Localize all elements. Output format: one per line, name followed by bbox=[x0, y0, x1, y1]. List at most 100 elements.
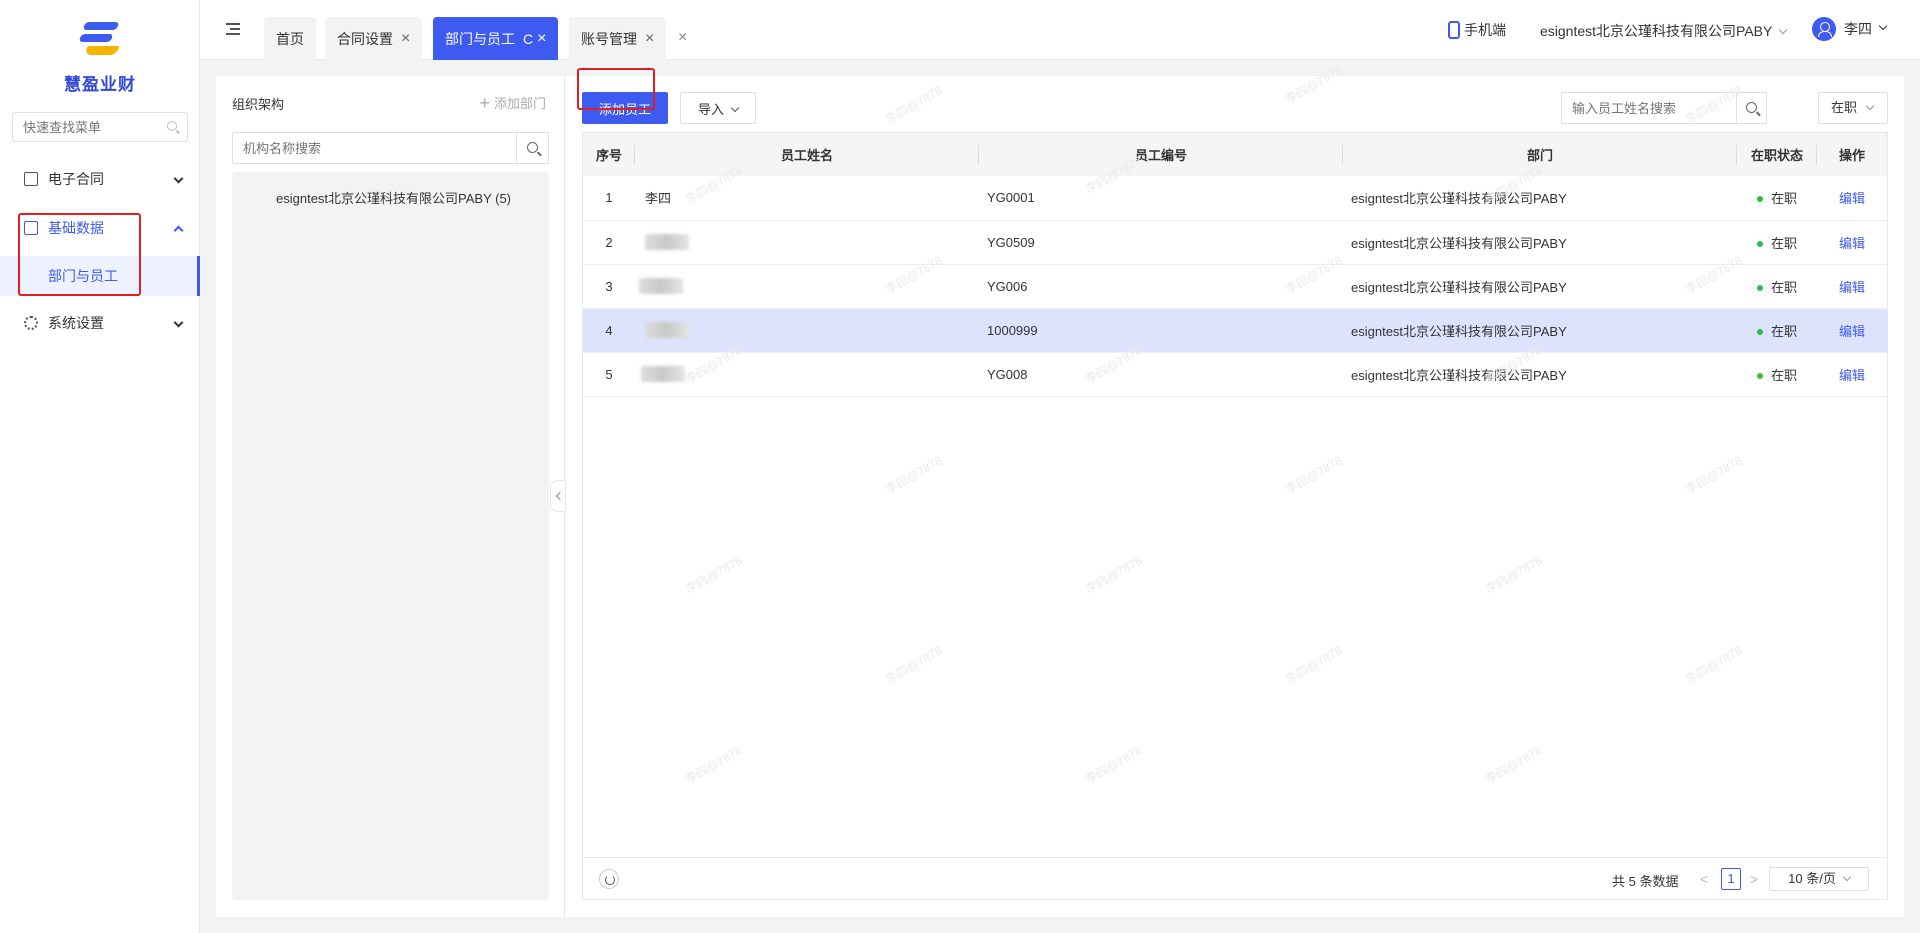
menu-item-label: 部门与员工 bbox=[48, 268, 118, 284]
cell-name bbox=[635, 220, 979, 264]
status-filter-select[interactable]: 在职 bbox=[1818, 92, 1888, 124]
employee-search bbox=[1561, 92, 1767, 124]
redacted-name bbox=[641, 366, 685, 383]
org-search-button[interactable] bbox=[516, 133, 548, 163]
close-all-tabs-icon[interactable]: × bbox=[678, 29, 687, 47]
company-switcher[interactable]: esigntest北京公瑾科技有限公司PABY bbox=[1540, 21, 1788, 41]
tab-contract-settings[interactable]: 合同设置 × bbox=[325, 17, 423, 60]
add-department-label: 添加部门 bbox=[493, 96, 546, 111]
status-text: 在职 bbox=[1770, 367, 1797, 383]
page-size-select[interactable]: 10 条/页 bbox=[1769, 867, 1869, 891]
close-icon[interactable]: × bbox=[401, 30, 410, 47]
table-row[interactable]: 5 YG008 esigntest北京公瑾科技有限公司PABY 在职 编辑 bbox=[583, 352, 1887, 396]
add-employee-button[interactable]: 添加员工 bbox=[582, 92, 668, 124]
cell-dept: esigntest北京公瑾科技有限公司PABY bbox=[1351, 367, 1567, 383]
menu-item-basic-data[interactable]: 基础数据 bbox=[0, 208, 200, 248]
tab-label: 部门与员工 bbox=[445, 30, 515, 47]
status-text: 在职 bbox=[1770, 235, 1797, 251]
org-title: 组织架构 bbox=[232, 97, 285, 112]
employee-panel: 添加员工 导入 在职 序号 员工姓名 员工编号 部门 在 bbox=[566, 68, 1904, 917]
tab-label: 合同设置 bbox=[337, 30, 393, 47]
menu-item-contract[interactable]: 电子合同 bbox=[0, 159, 200, 199]
app-name: 慧盈业财 bbox=[64, 75, 136, 94]
cell-no: 2 bbox=[605, 234, 613, 250]
add-department-button[interactable]: + 添加部门 bbox=[479, 92, 546, 113]
table-row[interactable]: 4 1000999 esigntest北京公瑾科技有限公司PABY 在职 编辑 bbox=[583, 308, 1887, 352]
next-page-button[interactable]: > bbox=[1750, 871, 1758, 887]
import-button[interactable]: 导入 bbox=[680, 92, 756, 124]
menu-search-input[interactable] bbox=[13, 113, 153, 141]
menu-item-label: 系统设置 bbox=[48, 315, 104, 331]
menu-search[interactable] bbox=[12, 112, 188, 142]
cell-status: 在职 bbox=[1737, 176, 1817, 220]
table-row[interactable]: 1 李四 YG0001 esigntest北京公瑾科技有限公司PABY 在职 编… bbox=[583, 176, 1887, 220]
logo-icon bbox=[76, 18, 124, 62]
sidebar: 慧盈业财 电子合同 基础数据 部门与员工 系统设置 bbox=[0, 0, 200, 933]
close-icon[interactable]: × bbox=[537, 30, 546, 47]
tab-dept-employee[interactable]: 部门与员工 C × bbox=[433, 17, 559, 60]
table-row[interactable]: 3 YG006 esigntest北京公瑾科技有限公司PABY 在职 编辑 bbox=[583, 264, 1887, 308]
tree-node-root[interactable]: esigntest北京公瑾科技有限公司PABY (5) bbox=[276, 188, 511, 207]
menu-item-system-settings[interactable]: 系统设置 bbox=[0, 303, 200, 343]
app-logo[interactable]: 慧盈业财 bbox=[0, 18, 200, 95]
mobile-label: 手机端 bbox=[1464, 22, 1506, 38]
redacted-name bbox=[645, 234, 689, 251]
cell-status: 在职 bbox=[1737, 220, 1817, 264]
cell-dept: esigntest北京公瑾科技有限公司PABY bbox=[1351, 279, 1567, 295]
cell-no: 3 bbox=[605, 278, 613, 294]
menu-item-dept-employee[interactable]: 部门与员工 bbox=[0, 256, 200, 296]
chevron-down-icon bbox=[1842, 872, 1852, 882]
edit-link[interactable]: 编辑 bbox=[1839, 236, 1865, 251]
total-count: 共 5 条数据 bbox=[1612, 874, 1679, 889]
prev-page-button[interactable]: < bbox=[1700, 871, 1708, 887]
redacted-name bbox=[639, 278, 683, 295]
user-menu[interactable]: 李四 bbox=[1812, 17, 1888, 41]
refresh-icon[interactable]: C bbox=[523, 31, 533, 47]
org-search-input[interactable] bbox=[233, 133, 516, 163]
user-name: 李四 bbox=[1844, 21, 1872, 37]
cell-action: 编辑 bbox=[1817, 264, 1887, 308]
edit-link[interactable]: 编辑 bbox=[1839, 191, 1865, 206]
edit-link[interactable]: 编辑 bbox=[1839, 324, 1865, 339]
status-dot-icon bbox=[1756, 372, 1763, 379]
edit-link[interactable]: 编辑 bbox=[1839, 280, 1865, 295]
status-dot-icon bbox=[1756, 196, 1763, 203]
status-dot-icon bbox=[1756, 284, 1763, 291]
cell-status: 在职 bbox=[1737, 264, 1817, 308]
chevron-down-icon bbox=[1779, 25, 1788, 35]
tab-account-management[interactable]: 账号管理 × bbox=[569, 17, 667, 60]
edit-link[interactable]: 编辑 bbox=[1839, 368, 1865, 383]
cell-action: 编辑 bbox=[1817, 176, 1887, 220]
employee-search-input[interactable] bbox=[1562, 93, 1736, 123]
menu-fold-icon[interactable] bbox=[226, 23, 240, 35]
status-dot-icon bbox=[1756, 240, 1763, 247]
collapse-panel-handle[interactable] bbox=[550, 480, 566, 512]
company-name: esigntest北京公瑾科技有限公司PABY bbox=[1540, 23, 1773, 39]
cell-dept: esigntest北京公瑾科技有限公司PABY bbox=[1351, 191, 1567, 207]
status-filter-value: 在职 bbox=[1831, 100, 1858, 115]
org-tree: esigntest北京公瑾科技有限公司PABY (5) bbox=[232, 172, 549, 900]
search-icon bbox=[527, 142, 538, 153]
cell-no: 5 bbox=[605, 366, 613, 382]
close-icon[interactable]: × bbox=[645, 30, 654, 47]
tab-label: 账号管理 bbox=[581, 30, 637, 47]
employee-table: 序号 员工姓名 员工编号 部门 在职状态 操作 1 李四 YG0001 esig… bbox=[582, 132, 1888, 900]
col-header-action: 操作 bbox=[1838, 148, 1865, 163]
refresh-icon[interactable] bbox=[599, 869, 619, 889]
gear-icon bbox=[24, 316, 38, 330]
status-text: 在职 bbox=[1770, 323, 1797, 339]
cell-code: YG008 bbox=[987, 366, 1028, 382]
org-search bbox=[232, 132, 549, 164]
col-header-name: 员工姓名 bbox=[635, 133, 979, 176]
redacted-name bbox=[645, 322, 689, 339]
chevron-down-icon bbox=[173, 173, 184, 184]
chevron-down-icon bbox=[730, 103, 740, 112]
table-row[interactable]: 2 YG0509 esigntest北京公瑾科技有限公司PABY 在职 编辑 bbox=[583, 220, 1887, 264]
org-panel: 组织架构 +添加部门 esigntest北京公瑾科技有限公司PABY (5) bbox=[216, 76, 565, 917]
chevron-down-icon bbox=[1878, 21, 1888, 31]
page-number[interactable]: 1 bbox=[1721, 868, 1741, 890]
tab-home[interactable]: 首页 bbox=[264, 17, 316, 60]
mobile-link[interactable]: 手机端 bbox=[1448, 20, 1506, 40]
cell-name: 李四 bbox=[645, 191, 672, 207]
employee-search-button[interactable] bbox=[1736, 93, 1766, 123]
